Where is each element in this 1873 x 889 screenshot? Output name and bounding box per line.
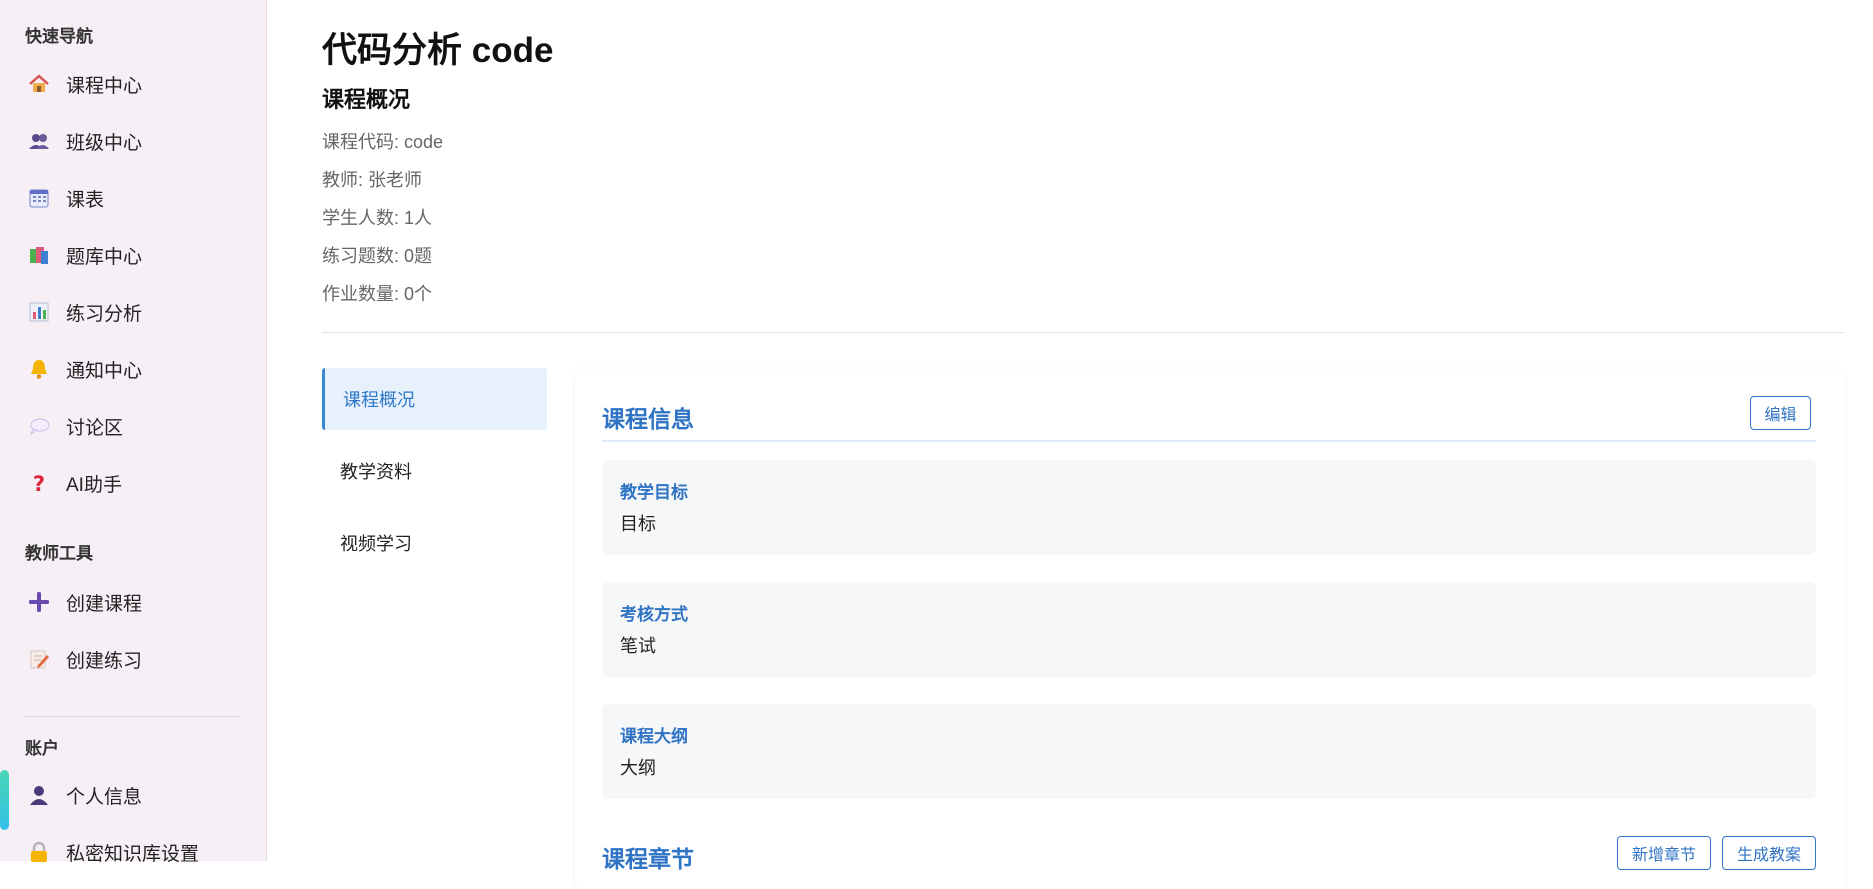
practice-count: 练习题数: 0题 <box>322 246 433 266</box>
sidebar-item-label: 题库中心 <box>66 246 143 268</box>
tab-course-overview[interactable]: 课程概况 <box>322 368 547 430</box>
info-label: 课程大纲 <box>620 727 688 746</box>
svg-text:?: ? <box>33 472 45 494</box>
question-mark-icon: ? <box>28 472 50 494</box>
sidebar-item-label: 讨论区 <box>66 417 124 439</box>
bar-chart-icon <box>28 301 50 323</box>
tab-video-learning[interactable]: 视频学习 <box>322 512 547 574</box>
account-title: 账户 <box>25 739 59 758</box>
sidebar-item-label: 个人信息 <box>66 786 143 808</box>
sidebar-item-private-kb-settings[interactable]: 私密知识库设置 <box>0 828 266 876</box>
plus-icon <box>28 591 50 613</box>
course-info-title: 课程信息 <box>602 406 694 432</box>
info-label: 教学目标 <box>620 483 688 502</box>
info-box-teaching-goal: 教学目标 目标 <box>602 460 1816 555</box>
sidebar-item-label: 创建课程 <box>66 593 143 615</box>
sidebar-item-practice-analysis[interactable]: 练习分析 <box>0 288 266 336</box>
course-code: 课程代码: code <box>322 132 444 152</box>
tab-teaching-materials[interactable]: 教学资料 <box>322 440 547 502</box>
section-subtitle: 课程概况 <box>322 87 411 112</box>
sidebar-item-label: 班级中心 <box>66 132 143 154</box>
sidebar-item-question-bank[interactable]: 题库中心 <box>0 231 266 279</box>
sidebar-item-create-practice[interactable]: 创建练习 <box>0 635 266 683</box>
info-label: 考核方式 <box>620 605 688 624</box>
student-count: 学生人数: 1人 <box>322 208 433 228</box>
bell-icon <box>28 358 50 380</box>
tab-label: 教学资料 <box>340 462 412 482</box>
sidebar-item-notifications[interactable]: 通知中心 <box>0 345 266 393</box>
lock-icon <box>28 841 50 863</box>
info-box-assessment: 考核方式 笔试 <box>602 582 1816 677</box>
teacher-tools-title: 教师工具 <box>25 544 93 563</box>
teacher-name: 教师: 张老师 <box>322 170 423 190</box>
sidebar-item-label: 私密知识库设置 <box>66 843 200 865</box>
sidebar-item-label: 课表 <box>66 189 105 211</box>
tab-label: 课程概况 <box>343 390 415 410</box>
sidebar-item-label: AI助手 <box>66 474 122 496</box>
tab-label: 视频学习 <box>340 534 412 554</box>
sidebar-item-label: 创建练习 <box>66 650 143 672</box>
info-box-syllabus: 课程大纲 大纲 <box>602 704 1816 799</box>
sidebar: 快速导航 课程中心 班级中心 课表 题库中心 练习分析 通知中心 讨论区 ? A… <box>0 0 267 865</box>
memo-icon <box>28 648 50 670</box>
person-icon <box>28 784 50 806</box>
users-icon <box>28 130 50 152</box>
sidebar-item-class-center[interactable]: 班级中心 <box>0 117 266 165</box>
sidebar-item-label: 通知中心 <box>66 360 143 382</box>
sidebar-divider <box>25 716 240 717</box>
chapters-title: 课程章节 <box>602 846 694 872</box>
info-value: 目标 <box>620 514 656 534</box>
edit-button[interactable]: 编辑 <box>1750 396 1811 430</box>
info-value: 大纲 <box>620 758 656 778</box>
generate-lesson-plan-button[interactable]: 生成教案 <box>1722 836 1816 870</box>
sidebar-item-course-center[interactable]: 课程中心 <box>0 60 266 108</box>
sidebar-item-discussion[interactable]: 讨论区 <box>0 402 266 450</box>
course-info-divider <box>602 440 1816 442</box>
sidebar-item-label: 练习分析 <box>66 303 143 325</box>
calendar-icon <box>28 187 50 209</box>
add-chapter-button[interactable]: 新增章节 <box>1617 836 1711 870</box>
books-icon <box>28 244 50 266</box>
speech-bubble-icon <box>28 415 50 437</box>
info-value: 笔试 <box>620 636 656 656</box>
sidebar-item-ai-assistant[interactable]: ? AI助手 <box>0 459 266 507</box>
sidebar-item-create-course[interactable]: 创建课程 <box>0 578 266 626</box>
house-icon <box>28 73 50 95</box>
sidebar-item-timetable[interactable]: 课表 <box>0 174 266 222</box>
homework-count: 作业数量: 0个 <box>322 284 433 304</box>
sidebar-item-profile[interactable]: 个人信息 <box>0 771 266 819</box>
page-title: 代码分析 code <box>322 31 554 70</box>
header-divider <box>322 332 1844 333</box>
sidebar-item-label: 课程中心 <box>66 75 143 97</box>
quick-nav-title: 快速导航 <box>25 27 93 46</box>
